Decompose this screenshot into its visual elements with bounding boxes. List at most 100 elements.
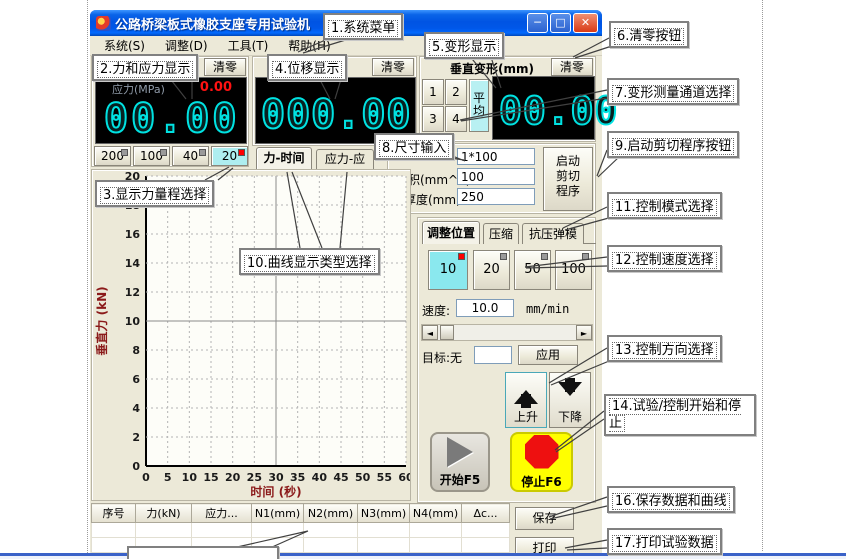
callout-7: 7.变形测量通道选择: [607, 78, 739, 105]
col-force[interactable]: 力(kN): [136, 504, 192, 523]
svg-text:垂直力 (kN): 垂直力 (kN): [94, 286, 109, 355]
range-button-20[interactable]: 20: [211, 146, 248, 166]
speed-button-100[interactable]: 100: [555, 250, 592, 290]
speed-slider[interactable]: ◄ ►: [421, 324, 593, 341]
force-clear-button[interactable]: 清零: [204, 58, 246, 76]
frame-dotted-line-right: [762, 0, 763, 551]
callout-15-partial: [127, 546, 279, 559]
channel-button-1[interactable]: 1: [422, 79, 444, 105]
speed-button-20[interactable]: 20: [473, 250, 510, 290]
col-n1[interactable]: N1(mm): [252, 504, 304, 523]
svg-text:35: 35: [290, 471, 305, 484]
control-panel: 调整位置 压缩 抗压弹模 10 20 50 100 速度: mm/min ◄ ►…: [417, 217, 596, 503]
table-row: [92, 523, 510, 538]
displacement-clear-button[interactable]: 清零: [372, 58, 414, 76]
size-input[interactable]: [457, 148, 535, 165]
up-button[interactable]: 上升: [505, 372, 547, 428]
area-input[interactable]: [457, 168, 535, 185]
channel-button-2[interactable]: 2: [445, 79, 467, 105]
svg-text:25: 25: [247, 471, 262, 484]
stop-icon: [525, 435, 559, 469]
svg-text:10: 10: [182, 471, 198, 484]
speed-value-input[interactable]: [456, 299, 514, 317]
menu-system[interactable]: 系统(S): [96, 36, 153, 55]
svg-text:2: 2: [132, 431, 140, 444]
slider-left-arrow[interactable]: ◄: [422, 325, 438, 340]
maximize-button[interactable]: □: [550, 13, 571, 33]
svg-text:45: 45: [333, 471, 348, 484]
menu-adjust[interactable]: 调整(D): [157, 36, 216, 55]
svg-text:15: 15: [203, 471, 218, 484]
tab-compression[interactable]: 压缩: [483, 223, 519, 244]
svg-text:6: 6: [132, 373, 140, 386]
col-n4[interactable]: N4(mm): [410, 504, 462, 523]
thickness-input[interactable]: [457, 188, 535, 205]
close-button[interactable]: ✕: [573, 13, 598, 33]
range-indicator: [160, 149, 167, 156]
speed-button-50[interactable]: 50: [514, 250, 551, 290]
col-delta[interactable]: Δc...: [462, 504, 510, 523]
tab-force-time[interactable]: 力-时间: [256, 147, 312, 169]
stop-button[interactable]: 停止F6: [510, 432, 573, 492]
channel-button-4[interactable]: 4: [445, 106, 467, 132]
channel-button-3[interactable]: 3: [422, 106, 444, 132]
callout-5: 5.变形显示: [424, 32, 504, 59]
minimize-button[interactable]: ─: [527, 13, 548, 33]
col-n3[interactable]: N3(mm): [358, 504, 410, 523]
app-icon: [96, 16, 111, 31]
speed-label: 速度:: [422, 302, 450, 319]
callout-4: 4.位移显示: [267, 54, 347, 81]
window-title: 公路桥梁板式橡胶支座专用试验机: [115, 14, 527, 33]
menu-tools[interactable]: 工具(T): [220, 36, 277, 55]
callout-1: 1.系统菜单: [323, 13, 403, 40]
tab-adjust-position[interactable]: 调整位置: [422, 221, 480, 244]
svg-text:20: 20: [225, 471, 241, 484]
deformation-display: 00.00: [492, 76, 595, 140]
tab-compressive-modulus[interactable]: 抗压弹模: [522, 223, 584, 244]
range-button-40[interactable]: 40: [172, 146, 209, 166]
up-arrow-icon: [514, 378, 538, 408]
callout-13: 13.控制方向选择: [607, 335, 722, 362]
slider-thumb[interactable]: [440, 325, 454, 340]
start-button[interactable]: 开始F5: [430, 432, 490, 492]
deformation-value: 00.00: [499, 89, 618, 133]
chart-area: 0510152025303540455055600246810121416182…: [91, 169, 411, 501]
speed-indicator: [500, 253, 507, 260]
col-n2[interactable]: N2(mm): [304, 504, 358, 523]
range-button-100[interactable]: 100: [133, 146, 170, 166]
table-header-row: 序号 力(kN) 应力... N1(mm) N2(mm) N3(mm) N4(m…: [92, 504, 510, 523]
svg-text:0: 0: [142, 471, 150, 484]
force-value: 00.00: [104, 96, 239, 142]
svg-text:55: 55: [377, 471, 392, 484]
down-button[interactable]: 下降: [549, 372, 591, 428]
range-indicator: [199, 149, 206, 156]
callout-2: 2.力和应力显示: [92, 54, 198, 81]
play-icon: [447, 437, 473, 467]
start-shear-program-button[interactable]: 启动剪切程序: [543, 147, 593, 211]
force-display: 应力(MPa) 0.00 00.00: [95, 77, 247, 144]
deformation-panel: 垂直变形(mm) 清零 1 2 3 4 平均 00.00: [419, 56, 596, 142]
client-area: 清零 应力(MPa) 0.00 00.00 200 100 40 20 清零 0…: [90, 56, 602, 559]
average-channel-button[interactable]: 平均: [469, 79, 489, 132]
svg-text:12: 12: [125, 286, 140, 299]
target-label: 目标:无: [422, 349, 462, 366]
apply-button[interactable]: 应用: [518, 345, 578, 365]
tab-stress-strain[interactable]: 应力-应: [316, 149, 374, 169]
col-stress[interactable]: 应力...: [192, 504, 252, 523]
save-button[interactable]: 保存: [515, 507, 574, 530]
callout-14: 14.试验/控制开始和停止: [604, 394, 756, 436]
svg-text:0: 0: [132, 460, 140, 473]
col-index[interactable]: 序号: [92, 504, 136, 523]
slider-right-arrow[interactable]: ►: [576, 325, 592, 340]
target-input[interactable]: [474, 346, 512, 364]
svg-text:5: 5: [164, 471, 172, 484]
speed-button-10[interactable]: 10: [428, 250, 468, 290]
range-button-200[interactable]: 200: [94, 146, 131, 166]
screenshot-canvas: 公路桥梁板式橡胶支座专用试验机 ─ □ ✕ 系统(S) 调整(D) 工具(T) …: [0, 0, 846, 559]
svg-text:10: 10: [125, 315, 141, 328]
speed-unit: mm/min: [526, 302, 569, 316]
down-arrow-icon: [558, 378, 582, 408]
stress-unit-label: 应力(MPa): [112, 81, 165, 97]
deformation-clear-button[interactable]: 清零: [551, 58, 593, 76]
svg-text:40: 40: [312, 471, 328, 484]
